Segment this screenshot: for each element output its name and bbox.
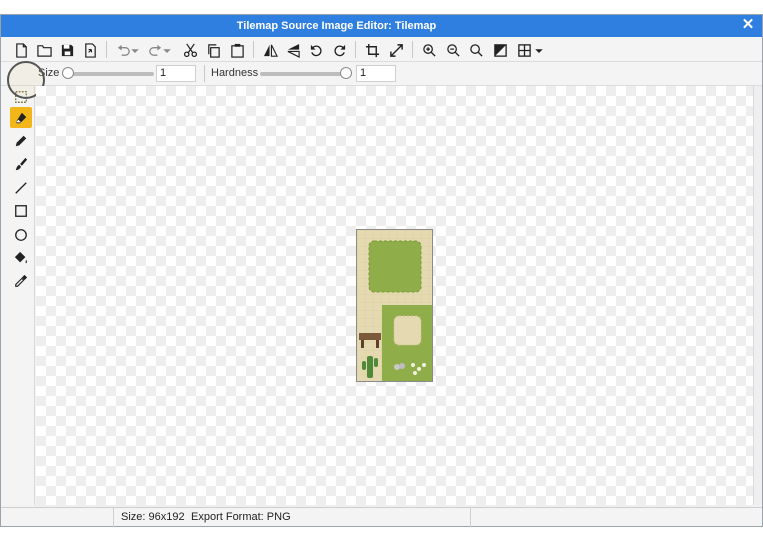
options-separator [204, 65, 205, 82]
zoom-in-icon[interactable] [419, 40, 439, 60]
toolbar-separator [355, 41, 356, 58]
flip-horizontal-icon[interactable] [260, 40, 280, 60]
tileset-image [356, 229, 433, 382]
editor-window: Tilemap Source Image Editor: Tilemap ✕ S… [0, 14, 763, 527]
flip-vertical-icon[interactable] [283, 40, 303, 60]
status-bar: Size: 96x192 Export Format: PNG [1, 507, 762, 527]
hardness-slider[interactable] [260, 67, 352, 79]
line-tool-icon[interactable] [10, 177, 32, 198]
close-icon[interactable]: ✕ [740, 17, 756, 33]
fill-tool-icon[interactable] [10, 247, 32, 268]
status-segment [301, 508, 471, 527]
copy-icon[interactable] [203, 40, 223, 60]
new-file-icon[interactable] [11, 40, 31, 60]
cut-icon[interactable] [180, 40, 200, 60]
status-image-size: Size: 96x192 [121, 511, 185, 523]
title-bar[interactable]: Tilemap Source Image Editor: Tilemap ✕ [1, 15, 762, 37]
hardness-input[interactable]: 1 [356, 65, 396, 82]
save-icon[interactable] [57, 40, 77, 60]
hardness-label: Hardness [211, 67, 259, 79]
select-tool-icon[interactable] [10, 86, 32, 107]
toolbar-separator [106, 41, 107, 58]
toggle-background-icon[interactable] [490, 40, 510, 60]
rotate-left-icon[interactable] [306, 40, 326, 60]
vertical-scrollbar[interactable] [753, 86, 762, 505]
crop-icon[interactable] [362, 40, 382, 60]
size-slider[interactable] [62, 67, 154, 79]
zoom-reset-icon[interactable] [466, 40, 486, 60]
pencil-tool-icon[interactable] [10, 130, 32, 151]
size-label: Size [38, 67, 60, 79]
status-export-format: Export Format: PNG [191, 511, 291, 523]
rectangle-tool-icon[interactable] [10, 200, 32, 221]
rotate-right-icon[interactable] [329, 40, 349, 60]
ellipse-tool-icon[interactable] [10, 224, 32, 245]
size-input[interactable]: 1 [156, 65, 196, 82]
grid-dropdown-icon[interactable] [534, 40, 544, 60]
image-canvas[interactable] [36, 86, 753, 505]
zoom-out-icon[interactable] [443, 40, 463, 60]
hardness-slider-knob[interactable] [340, 67, 352, 79]
size-slider-knob[interactable] [62, 67, 74, 79]
brush-tool-icon[interactable] [10, 153, 32, 174]
tool-palette [1, 86, 35, 505]
resize-icon[interactable] [386, 40, 406, 60]
toolbar-separator [253, 41, 254, 58]
undo-dropdown-icon[interactable] [130, 40, 140, 60]
tool-options-bar: Size 1 Hardness 1 [1, 62, 762, 86]
redo-dropdown-icon[interactable] [162, 40, 172, 60]
toolbar-separator [412, 41, 413, 58]
window-title: Tilemap Source Image Editor: Tilemap [236, 20, 437, 32]
status-segment [1, 508, 114, 527]
open-folder-icon[interactable] [34, 40, 54, 60]
eraser-tool-icon[interactable] [10, 107, 32, 128]
grid-icon[interactable] [514, 40, 534, 60]
main-toolbar [1, 37, 762, 62]
export-icon[interactable] [80, 40, 100, 60]
eyedropper-tool-icon[interactable] [10, 270, 32, 291]
paste-icon[interactable] [227, 40, 247, 60]
